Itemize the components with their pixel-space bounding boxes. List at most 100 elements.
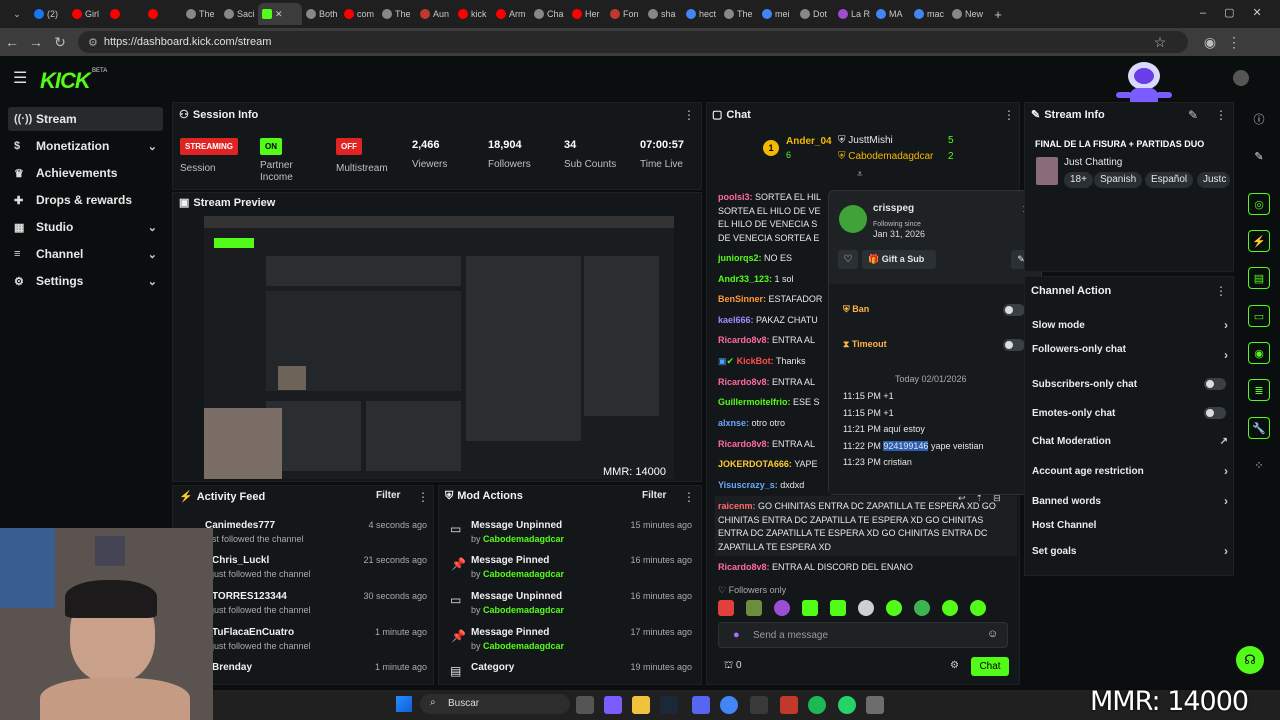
sidebar-item-drops[interactable]: ✚ Drops & rewards [8, 188, 163, 212]
ban-row[interactable]: ⛨ Ban [843, 304, 869, 315]
chat-input[interactable]: ● Send a message ☺ [718, 622, 1008, 648]
browser-tab[interactable]: mei [758, 3, 796, 25]
action-emotes-only[interactable]: Emotes-only chat [1032, 408, 1232, 419]
sidebar-item-channel[interactable]: ≡ Channel ⌄ [8, 242, 163, 266]
broadcast-icon[interactable]: ◉ [1248, 342, 1270, 364]
off-badge[interactable]: OFF [336, 138, 362, 155]
browser-tab[interactable] [144, 3, 182, 25]
tab-menu-button[interactable]: ⌄ [4, 3, 30, 25]
mic-icon[interactable]: ● [733, 629, 740, 641]
timeout-toggle[interactable] [1003, 339, 1025, 351]
mod-kebab-icon[interactable]: ⋮ [683, 490, 695, 504]
help-icon[interactable]: ☊ [1236, 646, 1264, 674]
chat-settings-icon[interactable]: ⚙ [950, 660, 959, 671]
activity-filter-button[interactable]: Filter [376, 490, 400, 501]
leader-name[interactable]: ⛨ JusttMishi [838, 135, 893, 146]
emote-icon[interactable] [858, 600, 874, 616]
ban-toggle[interactable] [1003, 304, 1025, 316]
lightning-icon[interactable]: ⚡ [1248, 230, 1270, 252]
sidebar-item-monetization[interactable]: $ Monetization ⌄ [8, 134, 163, 158]
emote-icon[interactable] [746, 600, 762, 616]
edit-title-icon[interactable]: ✎ [1188, 108, 1198, 122]
points-display[interactable]: ⛫ 0 [724, 660, 742, 673]
browser-tab[interactable]: mac [910, 3, 948, 25]
emote-icon[interactable] [942, 600, 958, 616]
spotify-icon[interactable] [808, 696, 826, 714]
action-account-age[interactable]: Account age restriction › [1032, 464, 1232, 478]
action-chat-moderation[interactable]: Chat Moderation ↗ [1032, 436, 1232, 447]
send-chat-button[interactable]: Chat [971, 657, 1009, 676]
chat-message-long[interactable]: raicenm: GO CHINITAS ENTRA DC ZAPATILLA … [718, 501, 1018, 511]
task-view-icon[interactable] [576, 696, 594, 714]
sidebar-item-stream[interactable]: ((·)) Stream [8, 107, 163, 131]
bookmark-star-icon[interactable]: ☆ [1148, 30, 1172, 54]
back-icon[interactable]: ← [0, 30, 24, 54]
profile-icon[interactable]: ◉ [1198, 30, 1222, 54]
tag-chip[interactable]: Justc [1197, 172, 1230, 188]
whatsapp-icon[interactable] [838, 696, 856, 714]
browser-tab-active[interactable]: ✕ [258, 3, 302, 25]
info-icon[interactable]: ⓘ [1248, 108, 1270, 130]
pinned-toggle-icon[interactable]: ⩡ [857, 169, 863, 180]
tag-chip[interactable]: Español [1145, 172, 1194, 188]
channel-actions-kebab-icon[interactable]: ⋮ [1215, 284, 1227, 298]
document-icon[interactable]: ▤ [1248, 267, 1270, 289]
browser-tab[interactable]: Cha [530, 3, 568, 25]
emote-icon[interactable] [970, 600, 986, 616]
emote-icon[interactable] [886, 600, 902, 616]
gift-sub-button[interactable]: 🎁 Gift a Sub [862, 250, 936, 269]
chat-message[interactable]: Ricardo8v8: ENTRA AL DISCORD DEL ENANO [718, 562, 1018, 572]
follow-heart-button[interactable]: ♡ [838, 250, 858, 269]
emote-icon[interactable] [830, 600, 846, 616]
browser-tab[interactable]: Girl [68, 3, 106, 25]
sidebar-item-studio[interactable]: ▦ Studio ⌄ [8, 215, 163, 239]
camera-icon[interactable]: ◎ [1248, 193, 1270, 215]
obs-icon[interactable] [750, 696, 768, 714]
steam-icon[interactable] [660, 696, 678, 714]
browser-menu-icon[interactable]: ⋮ [1222, 30, 1246, 54]
emoji-icon[interactable]: ☺ [987, 628, 998, 640]
taskbar-search[interactable]: ⌕ Buscar [420, 694, 570, 714]
tag-chip[interactable]: Spanish [1094, 172, 1143, 188]
browser-tab[interactable]: Her [568, 3, 606, 25]
browser-tab[interactable]: The [720, 3, 758, 25]
reload-icon[interactable]: ↻ [48, 30, 72, 54]
file-explorer-icon[interactable] [632, 696, 650, 714]
site-info-icon[interactable]: ⚙ [88, 36, 98, 49]
browser-tab[interactable]: hect [682, 3, 720, 25]
browser-tab[interactable]: Fon [606, 3, 644, 25]
streaminfo-kebab-icon[interactable]: ⋮ [1215, 108, 1227, 122]
forward-icon[interactable]: → [24, 30, 48, 54]
action-set-goals[interactable]: Set goals › [1032, 544, 1232, 558]
user-avatar[interactable] [1233, 70, 1249, 86]
browser-tab[interactable]: MA [872, 3, 910, 25]
mod-filter-button[interactable]: Filter [642, 490, 666, 501]
sidebar-item-achievements[interactable]: ♛ Achievements [8, 161, 163, 185]
timeout-row[interactable]: ⧗ Timeout [843, 339, 887, 350]
sidebar-item-settings[interactable]: ⚙ Settings ⌄ [8, 269, 163, 293]
browser-tab[interactable]: The [378, 3, 416, 25]
browser-tab[interactable] [106, 3, 144, 25]
browser-tab[interactable]: sha [644, 3, 682, 25]
hamburger-menu-icon[interactable]: ☰ [13, 68, 27, 88]
app-icon[interactable] [780, 696, 798, 714]
wrench-icon[interactable]: 🔧 [1248, 417, 1270, 439]
pencil-icon[interactable]: ✎ [1248, 145, 1270, 167]
leader-name[interactable]: ⛨ Cabodemadagdcar [838, 151, 933, 162]
action-slow-mode[interactable]: Slow mode › [1032, 318, 1232, 332]
subscribers-only-toggle[interactable] [1204, 378, 1226, 390]
list-icon[interactable]: ≣ [1248, 379, 1270, 401]
action-subscribers-only[interactable]: Subscribers-only chat [1032, 379, 1232, 390]
chat-kebab-icon[interactable]: ⋮ [1003, 108, 1015, 122]
calculator-icon[interactable] [866, 696, 884, 714]
browser-tab[interactable]: New [948, 3, 986, 25]
leader-name[interactable]: Ander_04 [786, 136, 832, 147]
new-tab-button[interactable]: + [986, 3, 1010, 25]
kick-logo[interactable]: KICK [40, 68, 91, 94]
session-kebab-icon[interactable]: ⋮ [683, 108, 695, 122]
emote-icon[interactable] [718, 600, 734, 616]
chrome-icon[interactable] [720, 696, 738, 714]
browser-tab[interactable]: Dot [796, 3, 834, 25]
browser-tab[interactable]: Arm [492, 3, 530, 25]
close-tab-icon[interactable]: ✕ [275, 9, 283, 20]
